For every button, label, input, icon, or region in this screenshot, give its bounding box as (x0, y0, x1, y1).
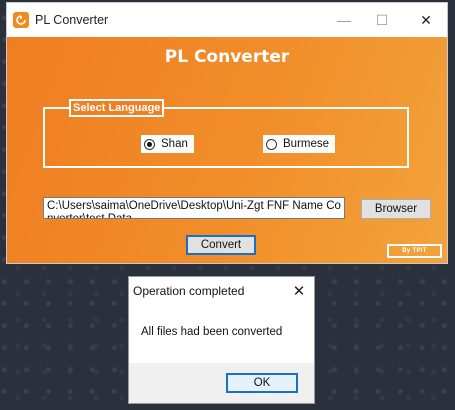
groupbox-label: Select Language (69, 99, 165, 117)
radio-checked-icon (144, 138, 155, 150)
minimize-icon: — (337, 12, 351, 28)
language-groupbox: Select Language Shan Burmese (43, 99, 409, 168)
ok-button[interactable]: OK (226, 373, 298, 393)
close-icon: ✕ (292, 283, 306, 300)
dialog-close-button[interactable]: ✕ (289, 281, 309, 301)
dialog-message: All files had been converted (141, 326, 283, 338)
radio-shan-label: Shan (161, 138, 188, 150)
radio-unchecked-icon (266, 138, 277, 150)
main-window: PL Converter — ☐ ✕ PL Converter Select L… (6, 2, 448, 264)
window-title: PL Converter (35, 13, 109, 27)
convert-button[interactable]: Convert (186, 235, 256, 255)
message-dialog: Operation completed ✕ All files had been… (128, 276, 315, 404)
radio-shan[interactable]: Shan (141, 135, 194, 153)
radio-burmese-label: Burmese (283, 138, 330, 150)
maximize-button[interactable]: ☐ (365, 3, 399, 37)
page-title: PL Converter (164, 47, 290, 67)
close-button[interactable]: ✕ (409, 3, 443, 37)
path-input[interactable]: C:\Users\saima\OneDrive\Desktop\Uni-Zgt … (43, 197, 345, 219)
close-icon: ✕ (420, 11, 432, 28)
radio-burmese[interactable]: Burmese (263, 135, 336, 153)
browse-button[interactable]: Browser (361, 199, 431, 219)
minimize-button[interactable]: — (327, 3, 361, 37)
title-bar[interactable]: PL Converter — ☐ ✕ (7, 3, 447, 37)
app-icon (13, 12, 29, 28)
dialog-title: Operation completed (133, 284, 245, 298)
credit-badge: By TPIT (387, 244, 442, 258)
dialog-body: Operation completed ✕ All files had been… (129, 277, 314, 363)
client-area: PL Converter Select Language Shan Burmes… (7, 37, 447, 263)
maximize-icon: ☐ (375, 11, 389, 28)
